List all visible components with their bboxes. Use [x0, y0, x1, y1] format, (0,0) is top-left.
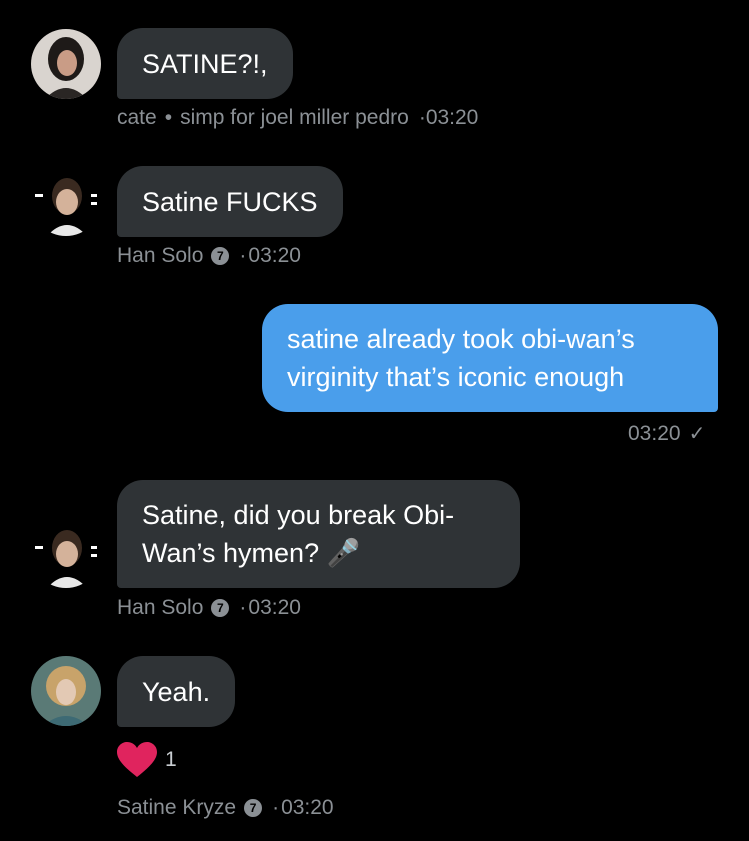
- timestamp: 03:20: [248, 596, 301, 619]
- verified-badge-icon: 7: [211, 599, 230, 617]
- avatar-cate[interactable]: [31, 29, 101, 99]
- avatar-satine-kryze[interactable]: [31, 656, 101, 726]
- message-bubble[interactable]: SATINE?!,: [117, 28, 293, 99]
- message-text-line: Satine, did you break Obi-: [142, 500, 455, 530]
- message-meta: cate • simp for joel miller pedro · 03:2…: [117, 106, 478, 130]
- message-text: Yeah.: [142, 677, 211, 707]
- avatar-han-solo[interactable]: [31, 166, 101, 236]
- message-text-line: virginity that’s iconic enough: [287, 362, 625, 392]
- message-meta: Satine Kryze 7 · 03:20: [117, 796, 334, 820]
- avatar-han-solo[interactable]: [31, 518, 101, 588]
- heart-icon: [117, 742, 157, 777]
- reaction[interactable]: 1: [117, 742, 177, 778]
- message-text-line: Wan’s hymen? 🎤: [142, 538, 361, 568]
- message-text: SATINE?!,: [142, 49, 268, 79]
- check-icon: ✓: [688, 423, 706, 445]
- time-prefix: ·: [418, 106, 426, 129]
- message-meta: 03:20 ✓: [628, 421, 705, 446]
- reaction-count: 1: [165, 748, 177, 771]
- sender-name[interactable]: Han Solo: [117, 244, 203, 268]
- verified-badge-icon: 7: [244, 799, 263, 817]
- separator: •: [164, 106, 173, 129]
- sender-name[interactable]: Satine Kryze: [117, 796, 236, 820]
- timestamp: 03:20: [425, 106, 479, 129]
- verified-badge-icon: 7: [211, 247, 230, 265]
- message-bubble[interactable]: Satine, did you break Obi- Wan’s hymen? …: [117, 480, 520, 588]
- message-meta: Han Solo 7 · 03:20: [117, 596, 301, 620]
- message-text-line: satine already took obi-wan’s: [287, 324, 635, 354]
- sender-name[interactable]: cate: [117, 106, 157, 130]
- message-text: Satine FUCKS: [142, 187, 318, 217]
- message-meta: Han Solo 7 · 03:20: [117, 244, 301, 268]
- timestamp: 03:20: [628, 421, 681, 445]
- sender-name[interactable]: Han Solo: [117, 596, 203, 620]
- time-prefix: ·: [239, 596, 247, 619]
- timestamp: 03:20: [281, 796, 334, 819]
- time-prefix: ·: [272, 796, 280, 819]
- timestamp: 03:20: [248, 244, 301, 267]
- time-prefix: ·: [239, 244, 247, 267]
- sender-bio: simp for joel miller pedro: [180, 106, 409, 129]
- sent-message-bubble[interactable]: satine already took obi-wan’s virginity …: [262, 304, 718, 412]
- message-bubble[interactable]: Satine FUCKS: [117, 166, 343, 237]
- message-bubble[interactable]: Yeah.: [117, 656, 236, 727]
